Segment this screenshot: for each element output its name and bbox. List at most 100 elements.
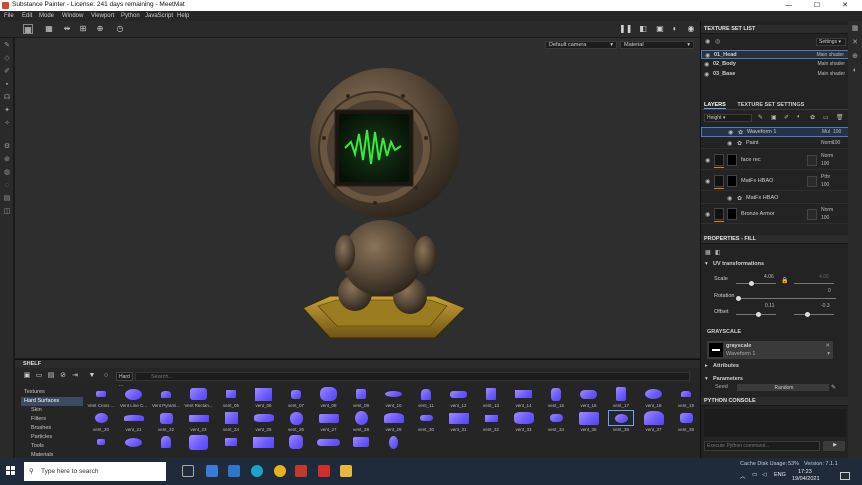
- eye-icon[interactable]: ◉: [704, 71, 709, 78]
- split-view-icon[interactable]: ⊞: [78, 24, 88, 34]
- tray-date[interactable]: 19/04/2021: [792, 476, 820, 482]
- texture-set-shader[interactable]: Main shader: [817, 71, 845, 77]
- close-button[interactable]: ✕: [842, 2, 858, 9]
- brush-icon[interactable]: ✎: [758, 114, 763, 121]
- circle-filter-icon[interactable]: ○: [102, 372, 110, 380]
- scale-slider-2[interactable]: [794, 283, 834, 284]
- paint-tool-icon[interactable]: ✎: [3, 42, 11, 50]
- export-icon[interactable]: ⇥: [71, 372, 79, 380]
- shelf-item[interactable]: vent_17: [605, 386, 637, 408]
- fill-layer-icon[interactable]: ◐: [797, 114, 801, 120]
- shelf-category[interactable]: Skin: [21, 406, 83, 415]
- shelf-item[interactable]: vent_19: [670, 386, 702, 408]
- window-controls[interactable]: — ☐ ✕: [785, 1, 858, 9]
- shelf-item[interactable]: Vent Pyrami...: [150, 386, 182, 408]
- menu-javascript[interactable]: JavaScript: [145, 13, 173, 19]
- shelf-item[interactable]: vent_13: [475, 386, 507, 408]
- layer-visibility-icon[interactable]: ◉: [705, 211, 710, 218]
- shelf-item[interactable]: vent_35: [573, 410, 605, 432]
- shelf-item[interactable]: vent_36: [605, 410, 637, 432]
- grayscale-slot[interactable]: grayscale Waveform 1 ✕ ▾: [707, 341, 833, 359]
- settings-tool-icon[interactable]: ⚙: [3, 143, 11, 151]
- texture-set-shader[interactable]: Main shader: [816, 52, 844, 58]
- shelf-item[interactable]: Vent Cross ...: [85, 386, 117, 408]
- layout-grid-icon[interactable]: ▦: [44, 24, 54, 34]
- brush-settings-icon[interactable]: ◍: [3, 169, 11, 177]
- layer-blend-mode[interactable]: Norm: [821, 153, 833, 159]
- layer-visibility-icon[interactable]: ◉: [705, 178, 710, 185]
- settings-dropdown[interactable]: Settings ▾: [816, 38, 846, 46]
- shelf-category[interactable]: Brushes: [21, 424, 83, 433]
- shelf-item[interactable]: vent_16: [573, 386, 605, 408]
- clone-tool-icon[interactable]: ✦: [3, 107, 11, 115]
- channel-dropdown[interactable]: Height ▾: [704, 114, 752, 122]
- picker-tool-icon[interactable]: ✧: [3, 120, 11, 128]
- shelf-item[interactable]: [183, 434, 215, 450]
- eye-icon[interactable]: ◉: [705, 38, 710, 45]
- effect-icon[interactable]: ✿: [810, 114, 815, 121]
- attributes-section[interactable]: ▸ Attributes: [701, 363, 849, 371]
- scale-slider[interactable]: [736, 283, 776, 284]
- rotation-slider[interactable]: [736, 298, 836, 299]
- menu-window[interactable]: Window: [62, 13, 83, 19]
- tray-chevron-icon[interactable]: ︿: [740, 472, 746, 480]
- tab-texture-set-settings[interactable]: TEXTURE SET SETTINGS: [737, 102, 804, 108]
- shelf-item[interactable]: vent_33: [508, 410, 540, 432]
- layer-item[interactable]: ◉ ✿ Paint Norm 100: [701, 139, 849, 149]
- shelf-item[interactable]: vent_08: [313, 386, 345, 408]
- projection-tool-icon[interactable]: ✐: [3, 68, 11, 76]
- pause-icon[interactable]: ❚❚: [619, 24, 632, 34]
- expand-panel-icon[interactable]: ⊕: [851, 53, 859, 61]
- shelf-item[interactable]: vent_21: [118, 410, 150, 432]
- shelf-item[interactable]: vent_38: [670, 410, 702, 432]
- hide-icon[interactable]: ⊘: [59, 372, 67, 380]
- layer-blend-mode[interactable]: Mul: [822, 129, 830, 135]
- add-mask-icon[interactable]: ▣: [771, 114, 777, 121]
- shelf-item[interactable]: vent_10: [378, 386, 410, 408]
- tray-language[interactable]: ENG: [774, 472, 786, 478]
- shelf-search-input[interactable]: Search...: [135, 372, 690, 381]
- shelf-item[interactable]: Vent Rectan...: [183, 386, 215, 408]
- menu-mode[interactable]: Mode: [39, 13, 54, 19]
- display-panel-icon[interactable]: ◐: [851, 67, 859, 75]
- shelf-item[interactable]: vent_32: [475, 410, 507, 432]
- shelf-filter-tag[interactable]: Hard ...: [116, 372, 133, 388]
- layer-item[interactable]: ◉ Bronze Armor Norm 100: [701, 206, 849, 224]
- 3d-viewport[interactable]: Default camera ▾ Material ▾: [15, 38, 700, 358]
- offset-x-knob[interactable]: [756, 312, 761, 317]
- shelf-item[interactable]: vent_27: [313, 410, 345, 432]
- shelf-item[interactable]: vent_07: [280, 386, 312, 408]
- shelf-item[interactable]: vent_05: [215, 386, 247, 408]
- layer-item[interactable]: ◉ MatFx HBAO Pthr 100: [701, 173, 849, 191]
- shelf-item[interactable]: vent_28: [345, 410, 377, 432]
- menu-help[interactable]: Help: [177, 13, 189, 19]
- texture-set-shader[interactable]: Main shader: [817, 61, 845, 67]
- remove-resource-icon[interactable]: ✕: [825, 343, 830, 349]
- shelf-item[interactable]: [150, 434, 182, 450]
- shelf-item[interactable]: vent_29: [378, 410, 410, 432]
- filter-icon[interactable]: ▼: [88, 372, 96, 380]
- shelf-item[interactable]: [248, 434, 280, 450]
- layer-opacity[interactable]: 100: [821, 182, 829, 188]
- edit-icon[interactable]: ✎: [831, 384, 836, 391]
- chrome-app-icon[interactable]: [274, 465, 286, 477]
- shelf-item[interactable]: vent_23: [183, 410, 215, 432]
- offset-y-slider[interactable]: [794, 314, 834, 315]
- bake-tool-icon[interactable]: ⊛: [3, 156, 11, 164]
- offset-y-knob[interactable]: [805, 312, 810, 317]
- eye-icon[interactable]: ◉: [705, 52, 710, 59]
- menu-python[interactable]: Python: [121, 13, 140, 19]
- tray-volume-icon[interactable]: ◁: [762, 472, 766, 478]
- python-command-input[interactable]: Execute Python command...: [704, 441, 820, 451]
- uv-section[interactable]: ▾ UV transformations: [701, 261, 849, 269]
- texture-set-panel-icon[interactable]: ▦: [851, 25, 859, 33]
- task-view-icon[interactable]: [182, 465, 194, 477]
- shelf-category[interactable]: Tools: [21, 442, 83, 451]
- python-icon[interactable]: ◫: [3, 208, 11, 216]
- layer-item[interactable]: ◉ ✿ MatFx HBAO: [701, 194, 849, 204]
- taskbar-search-input[interactable]: ⚲ Type here to search: [24, 462, 166, 481]
- layer-opacity[interactable]: 100: [821, 215, 829, 221]
- tab-layers[interactable]: LAYERS: [704, 102, 726, 109]
- mail-app-icon[interactable]: [206, 465, 218, 477]
- shelf-item[interactable]: vent_22: [150, 410, 182, 432]
